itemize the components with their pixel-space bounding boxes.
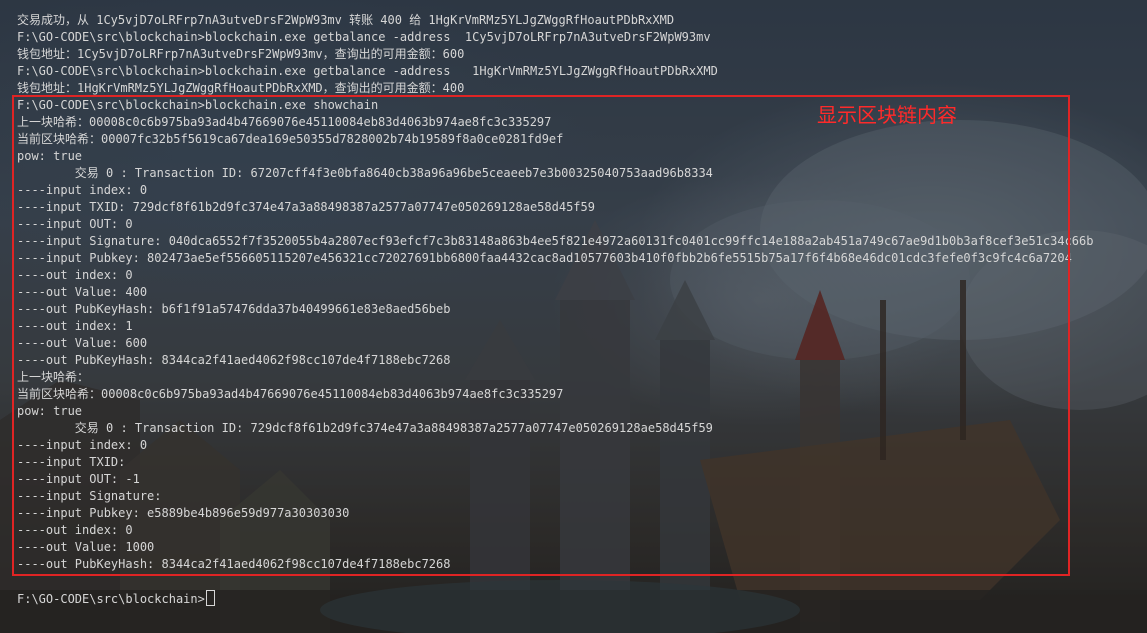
output-line-balance-1: 钱包地址：1Cy5vjD7oLRFrp7nA3utveDrsF2WpW93mv，…	[17, 47, 465, 61]
command-prompt[interactable]: F:\GO-CODE\src\blockchain>	[17, 590, 1137, 607]
text-cursor	[205, 590, 215, 606]
output-line-command-getbalance-2: F:\GO-CODE\src\blockchain>blockchain.exe…	[17, 64, 718, 78]
output-line-command-getbalance-1: F:\GO-CODE\src\blockchain>blockchain.exe…	[17, 30, 711, 44]
annotation-label: 显示区块链内容	[817, 103, 957, 127]
showchain-highlight-box	[12, 95, 1070, 576]
prompt-path: F:\GO-CODE\src\blockchain>	[17, 592, 205, 606]
output-line-transfer-success: 交易成功，从 1Cy5vjD7oLRFrp7nA3utveDrsF2WpW93m…	[17, 13, 675, 27]
